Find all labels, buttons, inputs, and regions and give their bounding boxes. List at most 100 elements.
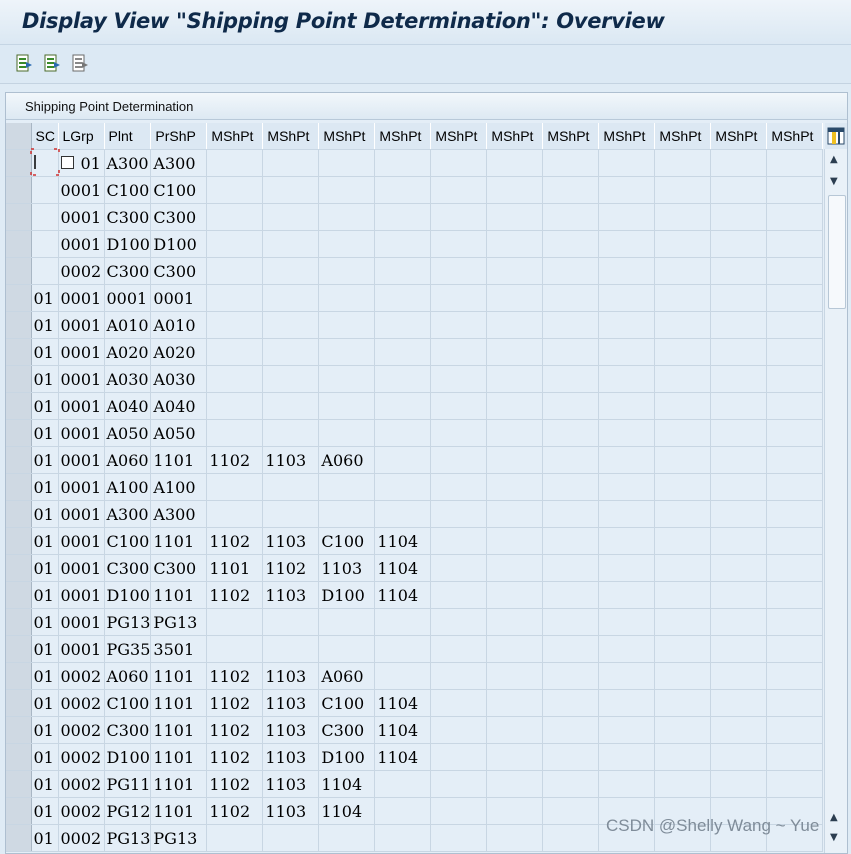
table-cell[interactable]	[374, 392, 432, 420]
table-cell[interactable]	[710, 257, 768, 285]
export-table-icon[interactable]	[70, 53, 90, 73]
table-cell[interactable]	[486, 257, 544, 285]
table-cell[interactable]: 1104	[374, 581, 432, 609]
table-cell[interactable]: 0001	[150, 284, 208, 312]
table-cell[interactable]: C300	[104, 257, 152, 285]
table-cell[interactable]	[766, 716, 824, 744]
table-cell[interactable]	[598, 419, 656, 447]
table-cell[interactable]: 1104	[374, 689, 432, 717]
table-cell[interactable]	[374, 770, 432, 798]
table-cell[interactable]	[766, 419, 824, 447]
row-selector[interactable]	[6, 500, 32, 528]
table-cell[interactable]	[542, 365, 600, 393]
table-cell[interactable]: 1103	[262, 581, 320, 609]
table-cell[interactable]: C300	[150, 203, 208, 231]
table-cell[interactable]	[374, 230, 432, 258]
table-cell[interactable]: A050	[150, 419, 208, 447]
table-cell[interactable]	[206, 338, 264, 366]
row-selector[interactable]	[6, 824, 32, 852]
table-cell[interactable]	[598, 257, 656, 285]
table-cell[interactable]: 01	[31, 581, 59, 609]
table-cell[interactable]	[430, 689, 488, 717]
table-cell[interactable]	[262, 392, 320, 420]
table-cell[interactable]: 1101	[150, 446, 208, 474]
table-cell[interactable]	[766, 662, 824, 690]
table-cell[interactable]: 1104	[374, 554, 432, 582]
table-cell[interactable]	[318, 203, 376, 231]
table-cell[interactable]: PG13	[104, 824, 152, 852]
table-cell[interactable]	[710, 527, 768, 555]
column-header[interactable]: LGrp	[58, 123, 105, 150]
table-cell[interactable]: 0001	[58, 608, 105, 636]
table-cell[interactable]: 1102	[206, 797, 264, 825]
table-cell[interactable]	[486, 149, 544, 177]
table-cell[interactable]: 01	[31, 716, 59, 744]
column-header[interactable]: MShPt	[374, 123, 432, 150]
table-cell[interactable]	[430, 527, 488, 555]
table-cell[interactable]	[654, 500, 712, 528]
table-cell[interactable]: 1101	[206, 554, 264, 582]
table-cell[interactable]	[206, 257, 264, 285]
table-cell[interactable]: 1103	[262, 527, 320, 555]
table-cell[interactable]	[430, 338, 488, 366]
table-cell[interactable]: 0001	[58, 419, 105, 447]
table-cell[interactable]	[374, 473, 432, 501]
table-cell[interactable]	[654, 635, 712, 663]
table-cell[interactable]	[486, 446, 544, 474]
table-cell[interactable]	[654, 743, 712, 771]
table-cell[interactable]	[430, 257, 488, 285]
table-cell[interactable]	[486, 500, 544, 528]
table-cell[interactable]	[766, 392, 824, 420]
table-cell[interactable]	[206, 419, 264, 447]
table-cell[interactable]	[766, 446, 824, 474]
table-cell[interactable]	[598, 392, 656, 420]
table-cell[interactable]: D100	[104, 743, 152, 771]
table-cell[interactable]	[766, 581, 824, 609]
table-cell[interactable]	[206, 230, 264, 258]
table-cell[interactable]	[318, 284, 376, 312]
table-cell[interactable]	[654, 284, 712, 312]
table-cell[interactable]	[654, 689, 712, 717]
table-cell[interactable]	[206, 149, 264, 177]
table-cell[interactable]: 1104	[318, 797, 376, 825]
table-cell[interactable]	[486, 311, 544, 339]
table-cell[interactable]	[486, 419, 544, 447]
row-selector[interactable]	[6, 311, 32, 339]
table-cell[interactable]	[430, 149, 488, 177]
table-cell[interactable]	[766, 608, 824, 636]
table-cell[interactable]	[654, 446, 712, 474]
table-cell[interactable]	[206, 824, 264, 852]
table-cell[interactable]	[654, 230, 712, 258]
table-cell[interactable]	[542, 608, 600, 636]
table-cell[interactable]: 01	[31, 824, 59, 852]
table-cell[interactable]: 01	[31, 365, 59, 393]
table-cell[interactable]: A040	[104, 392, 152, 420]
row-selector[interactable]	[6, 257, 32, 285]
table-cell[interactable]: 01	[31, 797, 59, 825]
table-cell[interactable]	[486, 230, 544, 258]
row-selector[interactable]	[6, 230, 32, 258]
table-cell[interactable]	[31, 230, 59, 258]
table-cell[interactable]	[486, 581, 544, 609]
table-cell[interactable]	[598, 770, 656, 798]
table-cell[interactable]	[374, 635, 432, 663]
table-cell[interactable]	[542, 473, 600, 501]
table-cell[interactable]	[598, 689, 656, 717]
table-cell[interactable]: 1101	[150, 581, 208, 609]
table-cell[interactable]	[318, 635, 376, 663]
column-header[interactable]: MShPt	[542, 123, 600, 150]
table-cell[interactable]	[486, 608, 544, 636]
table-cell[interactable]	[374, 338, 432, 366]
table-cell[interactable]: 01	[31, 446, 59, 474]
table-cell[interactable]	[710, 284, 768, 312]
table-cell[interactable]: A300	[150, 149, 208, 177]
table-cell[interactable]: C300	[150, 257, 208, 285]
table-cell[interactable]	[542, 743, 600, 771]
table-cell[interactable]: A020	[150, 338, 208, 366]
table-cell[interactable]	[486, 797, 544, 825]
table-cell[interactable]: 1103	[262, 770, 320, 798]
column-header[interactable]: MShPt	[262, 123, 320, 150]
table-cell[interactable]	[766, 149, 824, 177]
table-cell[interactable]	[542, 311, 600, 339]
table-cell[interactable]: 01	[31, 770, 59, 798]
